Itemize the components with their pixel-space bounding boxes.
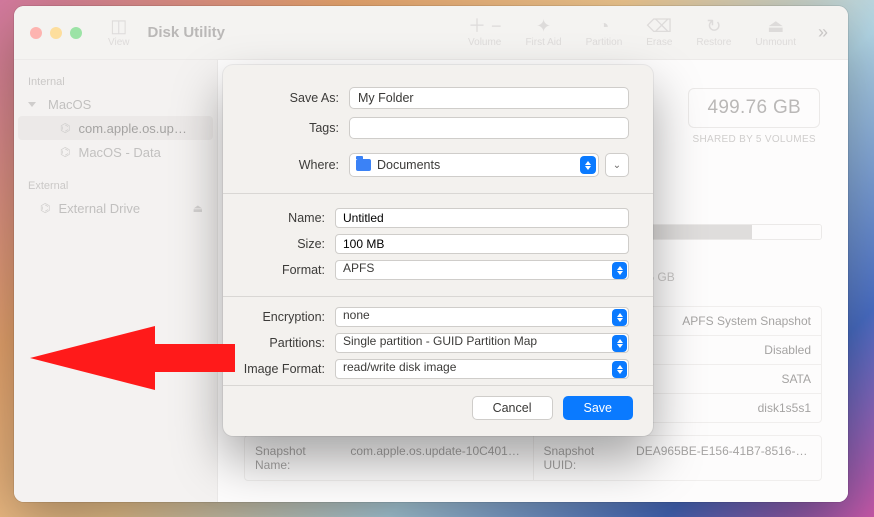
updown-icon — [612, 309, 627, 326]
sidebar-item-macos-data[interactable]: ⌬ MacOS - Data — [18, 140, 213, 164]
unmount-icon: ⏏ — [767, 17, 784, 35]
saveas-label: Save As: — [247, 91, 339, 105]
sidebar-item-label: External Drive — [58, 201, 184, 216]
size-label: Size: — [247, 237, 325, 251]
disk-icon: ⌬ — [40, 201, 50, 215]
info-connection: SATA — [781, 372, 811, 386]
sidebar-header-external: External — [14, 174, 217, 196]
eject-icon[interactable]: ⏏ — [193, 202, 203, 215]
sidebar-item-label: MacOS - Data — [78, 145, 203, 160]
updown-icon — [612, 262, 627, 279]
encryption-select[interactable]: none — [335, 307, 629, 327]
partitions-label: Partitions: — [247, 336, 325, 350]
save-button[interactable]: Save — [563, 396, 634, 420]
format-select[interactable]: APFS — [335, 260, 629, 280]
name-label: Name: — [247, 211, 325, 225]
cancel-label: Cancel — [493, 401, 532, 415]
toolbar: ◫ View Disk Utility ＋ − Volume ✦ First A… — [14, 6, 848, 60]
usage-free — [752, 225, 821, 239]
sidebar-item-external[interactable]: ⌬ External Drive ⏏ — [18, 196, 213, 220]
unmount-label: Unmount — [755, 37, 796, 48]
name-input[interactable] — [335, 208, 629, 228]
disk-icon: ⌬ — [60, 145, 70, 159]
capacity-sub: SHARED BY 5 VOLUMES — [688, 134, 820, 145]
saveas-input[interactable] — [349, 87, 629, 109]
info-type: APFS System Snapshot — [682, 314, 811, 328]
where-value: Documents — [377, 158, 440, 172]
restore-label: Restore — [696, 37, 731, 48]
free-label: Free — [624, 252, 822, 266]
info-filevault: Disabled — [764, 343, 811, 357]
snapshot-uuid-label: Snapshot UUID: — [544, 444, 629, 472]
partitions-value: Single partition - GUID Partition Map — [343, 334, 537, 348]
save-sheet: Save As: Tags: Where: Documents ⌄ Nam — [223, 65, 653, 436]
capacity-box: 499.76 GB SHARED BY 5 VOLUMES — [688, 88, 820, 145]
sidebar-icon: ◫ — [110, 17, 127, 35]
encryption-label: Encryption: — [247, 310, 325, 324]
firstaid-label: First Aid — [525, 37, 561, 48]
expand-button[interactable]: ⌄ — [605, 153, 629, 177]
where-label: Where: — [247, 158, 339, 172]
snapshot-name-label: Snapshot Name: — [255, 444, 342, 472]
imageformat-value: read/write disk image — [343, 360, 456, 374]
imageformat-label: Image Format: — [233, 362, 325, 376]
format-label: Format: — [247, 263, 325, 277]
capacity-value: 499.76 GB — [688, 88, 820, 128]
restore-button[interactable]: ↻ Restore — [684, 17, 743, 48]
chevron-down-icon: ⌄ — [613, 160, 621, 171]
erase-label: Erase — [646, 37, 672, 48]
updown-icon — [612, 361, 627, 378]
window-title: Disk Utility — [148, 24, 226, 41]
sidebar-item-update[interactable]: ⌬ com.apple.os.up… — [18, 116, 213, 140]
sidebar-item-macos[interactable]: MacOS — [18, 92, 213, 116]
snapshot-uuid-value: DEA965BE-E156-41B7-8516-B… — [636, 444, 811, 472]
format-value: APFS — [343, 261, 374, 275]
erase-icon: ⌫ — [647, 17, 672, 35]
sidebar-header-internal: Internal — [14, 70, 217, 92]
zoom-icon[interactable] — [70, 27, 82, 39]
snapshot-name-value: com.apple.os.update-10C4015… — [350, 444, 522, 472]
view-button[interactable]: ◫ View — [96, 17, 142, 48]
sidebar-item-label: com.apple.os.up… — [78, 121, 203, 136]
firstaid-button[interactable]: ✦ First Aid — [513, 17, 573, 48]
snapshot-row: Snapshot Name: com.apple.os.update-10C40… — [244, 435, 822, 481]
partition-label: Partition — [586, 37, 623, 48]
free-value: 39.75 GB — [624, 270, 822, 284]
imageformat-select[interactable]: read/write disk image — [335, 359, 629, 379]
disclosure-icon[interactable] — [28, 102, 36, 107]
sidebar-item-label: MacOS — [48, 97, 203, 112]
erase-button[interactable]: ⌫ Erase — [634, 17, 684, 48]
tags-label: Tags: — [247, 121, 339, 135]
unmount-button[interactable]: ⏏ Unmount — [743, 17, 808, 48]
plus-minus-icon: ＋ − — [468, 17, 502, 35]
disk-icon: ⌬ — [60, 121, 70, 135]
minimize-icon[interactable] — [50, 27, 62, 39]
info-device: disk1s5s1 — [758, 401, 811, 415]
updown-icon — [580, 156, 596, 174]
save-label: Save — [584, 401, 613, 415]
overflow-icon[interactable]: » — [808, 22, 838, 43]
volume-button[interactable]: ＋ − Volume — [456, 17, 514, 48]
view-label: View — [108, 37, 130, 48]
folder-icon — [356, 159, 371, 171]
encryption-value: none — [343, 308, 370, 322]
volume-label: Volume — [468, 37, 501, 48]
updown-icon — [612, 335, 627, 352]
cancel-button[interactable]: Cancel — [472, 396, 553, 420]
restore-icon: ↻ — [706, 17, 721, 35]
size-input[interactable] — [335, 234, 629, 254]
tags-input[interactable] — [349, 117, 629, 139]
partitions-select[interactable]: Single partition - GUID Partition Map — [335, 333, 629, 353]
partition-icon: ◔ — [598, 17, 609, 35]
partition-button[interactable]: ◔ Partition — [574, 17, 635, 48]
where-select[interactable]: Documents — [349, 153, 599, 177]
firstaid-icon: ✦ — [536, 17, 551, 35]
usage-legend: Free 39.75 GB — [624, 252, 822, 284]
close-icon[interactable] — [30, 27, 42, 39]
sidebar: Internal MacOS ⌬ com.apple.os.up… ⌬ MacO… — [14, 60, 218, 502]
traffic-lights — [30, 27, 82, 39]
